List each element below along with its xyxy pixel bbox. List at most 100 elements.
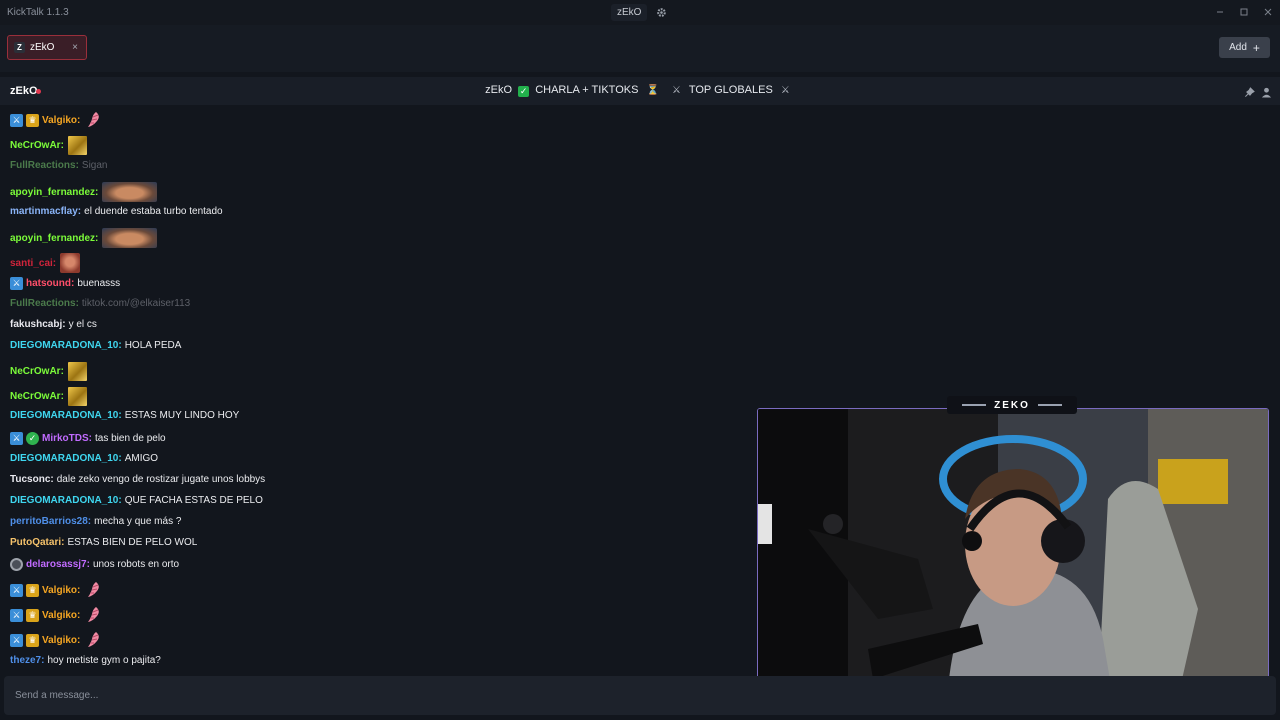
title-channel-chip[interactable]: zEkO — [611, 4, 648, 21]
tab-label: zEkO — [30, 42, 55, 53]
chat-message: ⚔ ♛ Valgiko: — [10, 581, 102, 599]
message-input[interactable] — [4, 676, 1204, 715]
chat-message: delarosassj7: unos robots en orto — [10, 558, 179, 571]
shrimp-emote-icon — [84, 631, 102, 649]
chat-username[interactable]: apoyin_fernandez: — [10, 233, 98, 244]
face-emote-icon — [102, 182, 158, 202]
chat-username[interactable]: delarosassj7: — [26, 559, 90, 570]
channel-actions — [1244, 85, 1272, 103]
sword-badge-icon: ⚔ — [10, 277, 23, 290]
chat-message: Tucsonc: dale zeko vengo de rostizar juga… — [10, 474, 265, 485]
chat-message: PutoQatari: ESTAS BIEN DE PELO WOL — [10, 537, 197, 548]
chat-username[interactable]: santi_cai: — [10, 258, 56, 269]
sword-badge-icon: ⚔ — [10, 432, 23, 445]
stream-title-text: CHARLA + TIKTOKS — [535, 84, 639, 96]
chat-message: NeCrOwAr: — [10, 387, 87, 406]
shrimp-emote-icon — [84, 581, 102, 599]
stream-preview[interactable]: ZEKO — [757, 396, 1269, 712]
tab-row: Z zEkO × Add + — [0, 25, 1280, 72]
chat-message: ⚔ ♛ Valgiko: — [10, 631, 102, 649]
chat-username[interactable]: PutoQatari: — [10, 537, 64, 548]
chat-text: tiktok.com/@elkaiser113 — [81, 298, 191, 309]
chat-username[interactable]: hatsound: — [26, 278, 74, 289]
chat-text: Sigan — [81, 160, 108, 171]
chat-username[interactable]: perritoBarrios28: — [10, 516, 91, 527]
chat-username[interactable]: apoyin_fernandez: — [10, 187, 98, 198]
add-button-label: Add — [1229, 42, 1247, 53]
crown-badge-icon: ♛ — [26, 633, 39, 647]
stream-title-suffix: TOP GLOBALES — [688, 84, 773, 96]
chat-message: DIEGOMARADONA_10: HOLA PEDA — [10, 340, 181, 351]
chat-username[interactable]: theze7: — [10, 655, 44, 666]
add-channel-button[interactable]: Add + — [1219, 37, 1270, 58]
overlay-dash-right — [1037, 404, 1062, 406]
chat-username[interactable]: NeCrOwAr: — [10, 366, 64, 377]
title-center: zEkO — [611, 3, 671, 22]
chat-message: apoyin_fernandez: — [10, 228, 158, 248]
chat-message: NeCrOwAr: — [10, 136, 87, 155]
chat-username[interactable]: Tucsonc: — [10, 474, 54, 485]
chat-text: QUE FACHA ESTAS DE PELO — [124, 495, 263, 506]
chat-username[interactable]: martinmacflay: — [10, 206, 81, 217]
chat-text: hoy metiste gym o pajita? — [47, 655, 161, 666]
chat-username[interactable]: DIEGOMARADONA_10: — [10, 495, 122, 506]
maximize-icon[interactable] — [1237, 5, 1251, 19]
chat-text: unos robots en orto — [92, 559, 180, 570]
chat-text: el duende estaba turbo tentado — [84, 206, 223, 217]
chat-username[interactable]: FullReactions: — [10, 160, 79, 171]
message-input-bar — [4, 676, 1276, 715]
chat-message: ⚔ ♛ Valgiko: — [10, 111, 102, 129]
chat-text: AMIGO — [124, 453, 159, 464]
sword-badge-icon: ⚔ — [10, 583, 23, 597]
chat-text: mecha y que más ? — [94, 516, 182, 527]
crossed-swords-icon: ⚔ — [672, 85, 681, 96]
chat-username[interactable]: fakushcabj: — [10, 319, 66, 330]
chat-message: fakushcabj: y el cs — [10, 319, 97, 330]
chat-username[interactable]: DIEGOMARADONA_10: — [10, 340, 122, 351]
sword-badge-icon: ⚔ — [10, 633, 23, 647]
chat-tab-zeko[interactable]: Z zEkO × — [7, 35, 87, 60]
chat-username[interactable]: DIEGOMARADONA_10: — [10, 453, 122, 464]
chat-message: ⚔ ♛ Valgiko: — [10, 606, 102, 624]
ring-badge-icon — [10, 558, 23, 571]
chat-username[interactable]: NeCrOwAr: — [10, 391, 64, 402]
face-emote-icon — [102, 228, 158, 248]
chat-username[interactable]: NeCrOwAr: — [10, 140, 64, 151]
title-bar: KickTalk 1.1.3 zEkO — [0, 0, 1280, 25]
gold-emote-icon — [67, 387, 87, 406]
crown-badge-icon: ♛ — [26, 608, 39, 622]
chat-username[interactable]: Valgiko: — [42, 115, 80, 126]
hourglass-icon: ⏳ — [646, 85, 659, 96]
stream-video[interactable] — [757, 408, 1269, 696]
chat-message: FullReactions: tiktok.com/@elkaiser113 — [10, 298, 190, 309]
chat-text: ESTAS BIEN DE PELO WOL — [67, 537, 198, 548]
chat-username[interactable]: MirkoTDS: — [42, 433, 92, 444]
close-window-icon[interactable] — [1261, 5, 1275, 19]
chat-username[interactable]: Valgiko: — [42, 635, 80, 646]
chat-username[interactable]: Valgiko: — [42, 610, 80, 621]
chat-username[interactable]: DIEGOMARADONA_10: — [10, 410, 122, 421]
chat-username[interactable]: FullReactions: — [10, 298, 79, 309]
tab-avatar: Z — [14, 42, 25, 53]
pin-icon[interactable] — [1244, 85, 1255, 103]
plus-icon: + — [1252, 40, 1260, 55]
sword-badge-icon: ⚔ — [10, 113, 23, 127]
sword-badge-icon: ⚔ — [10, 608, 23, 622]
chat-message: ⚔ ✓ MirkoTDS: tas bien de pelo — [10, 432, 166, 445]
tab-close-icon[interactable]: × — [69, 41, 81, 53]
settings-gear-icon[interactable] — [652, 3, 671, 22]
chat-message: martinmacflay: el duende estaba turbo ten… — [10, 206, 223, 217]
chat-username[interactable]: Valgiko: — [42, 585, 80, 596]
stream-overlay-header: ZEKO — [947, 396, 1077, 414]
chat-text: HOLA PEDA — [124, 340, 182, 351]
user-icon[interactable] — [1261, 85, 1272, 103]
overlay-dash-left — [962, 404, 987, 406]
chat-message: santi_cai: — [10, 253, 81, 273]
chat-text: dale zeko vengo de rostizar jugate unos … — [56, 474, 266, 485]
minimize-icon[interactable] — [1213, 5, 1227, 19]
app-title: KickTalk 1.1.3 — [7, 7, 69, 18]
chat-message: ⚔ hatsound: buenasss — [10, 277, 120, 290]
chat-text: ESTAS MUY LINDO HOY — [124, 410, 240, 421]
chat-message: theze7: hoy metiste gym o pajita? — [10, 655, 161, 666]
shrimp-emote-icon — [84, 111, 102, 129]
